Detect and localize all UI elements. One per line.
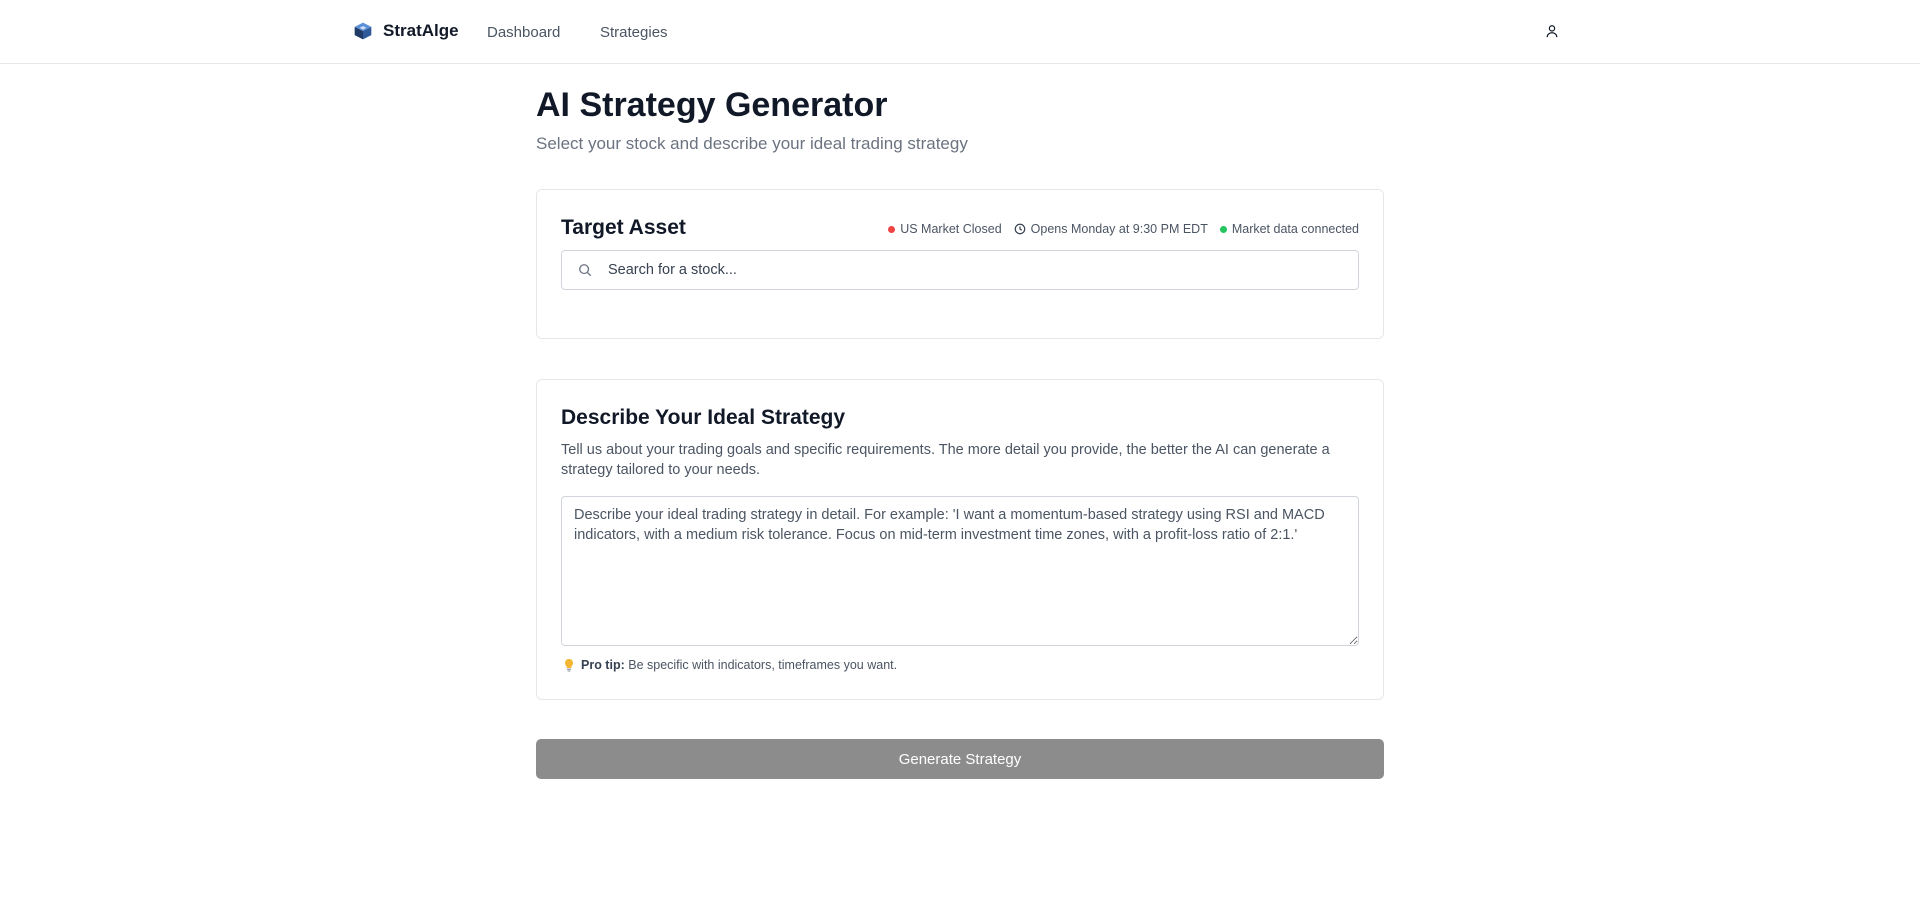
strategy-card-title: Describe Your Ideal Strategy — [561, 406, 846, 429]
user-menu-button[interactable] — [1542, 21, 1562, 41]
top-navigation-bar: StratAlge Dashboard Strategies — [0, 0, 1920, 64]
status-dot-green-icon — [1219, 225, 1227, 233]
cube-logo-icon — [354, 22, 372, 40]
user-icon — [1546, 25, 1558, 38]
pro-tip: Pro tip: Be specific with indicators, ti… — [563, 658, 897, 672]
pro-tip-label: Pro tip: — [581, 658, 625, 672]
target-asset-card: Target Asset US Market Closed Opens Mond… — [536, 189, 1384, 339]
nav-link-dashboard[interactable]: Dashboard — [487, 24, 560, 41]
strategy-description-textarea[interactable] — [561, 496, 1359, 646]
page-title: AI Strategy Generator — [536, 86, 888, 124]
market-closed-label: US Market Closed — [900, 222, 1002, 236]
status-dot-red-icon — [888, 225, 896, 233]
brand-logo-link[interactable]: StratAlge — [353, 21, 459, 41]
market-opens-status: Opens Monday at 9:30 PM EDT — [1014, 222, 1208, 236]
generate-strategy-button[interactable]: Generate Strategy — [536, 739, 1384, 779]
market-closed-status: US Market Closed — [888, 222, 1002, 236]
page-subtitle: Select your stock and describe your idea… — [536, 134, 968, 153]
brand-name: StratAlge — [383, 21, 459, 40]
strategy-description-card: Describe Your Ideal Strategy Tell us abo… — [536, 379, 1384, 700]
strategy-card-description: Tell us about your trading goals and spe… — [561, 442, 1330, 478]
stock-search-input[interactable] — [608, 262, 1348, 278]
lightbulb-icon — [565, 659, 573, 672]
market-status-row: US Market Closed Opens Monday at 9:30 PM… — [888, 222, 1359, 236]
market-opens-label: Opens Monday at 9:30 PM EDT — [1030, 222, 1208, 236]
target-asset-title: Target Asset — [561, 216, 686, 239]
clock-icon — [1014, 223, 1025, 235]
nav-link-strategies[interactable]: Strategies — [600, 24, 668, 41]
market-data-label: Market data connected — [1231, 222, 1359, 236]
stock-search-box[interactable] — [561, 250, 1359, 290]
pro-tip-text: Be specific with indicators, timeframes … — [628, 658, 898, 672]
market-data-status: Market data connected — [1219, 222, 1359, 236]
search-icon — [578, 262, 594, 278]
